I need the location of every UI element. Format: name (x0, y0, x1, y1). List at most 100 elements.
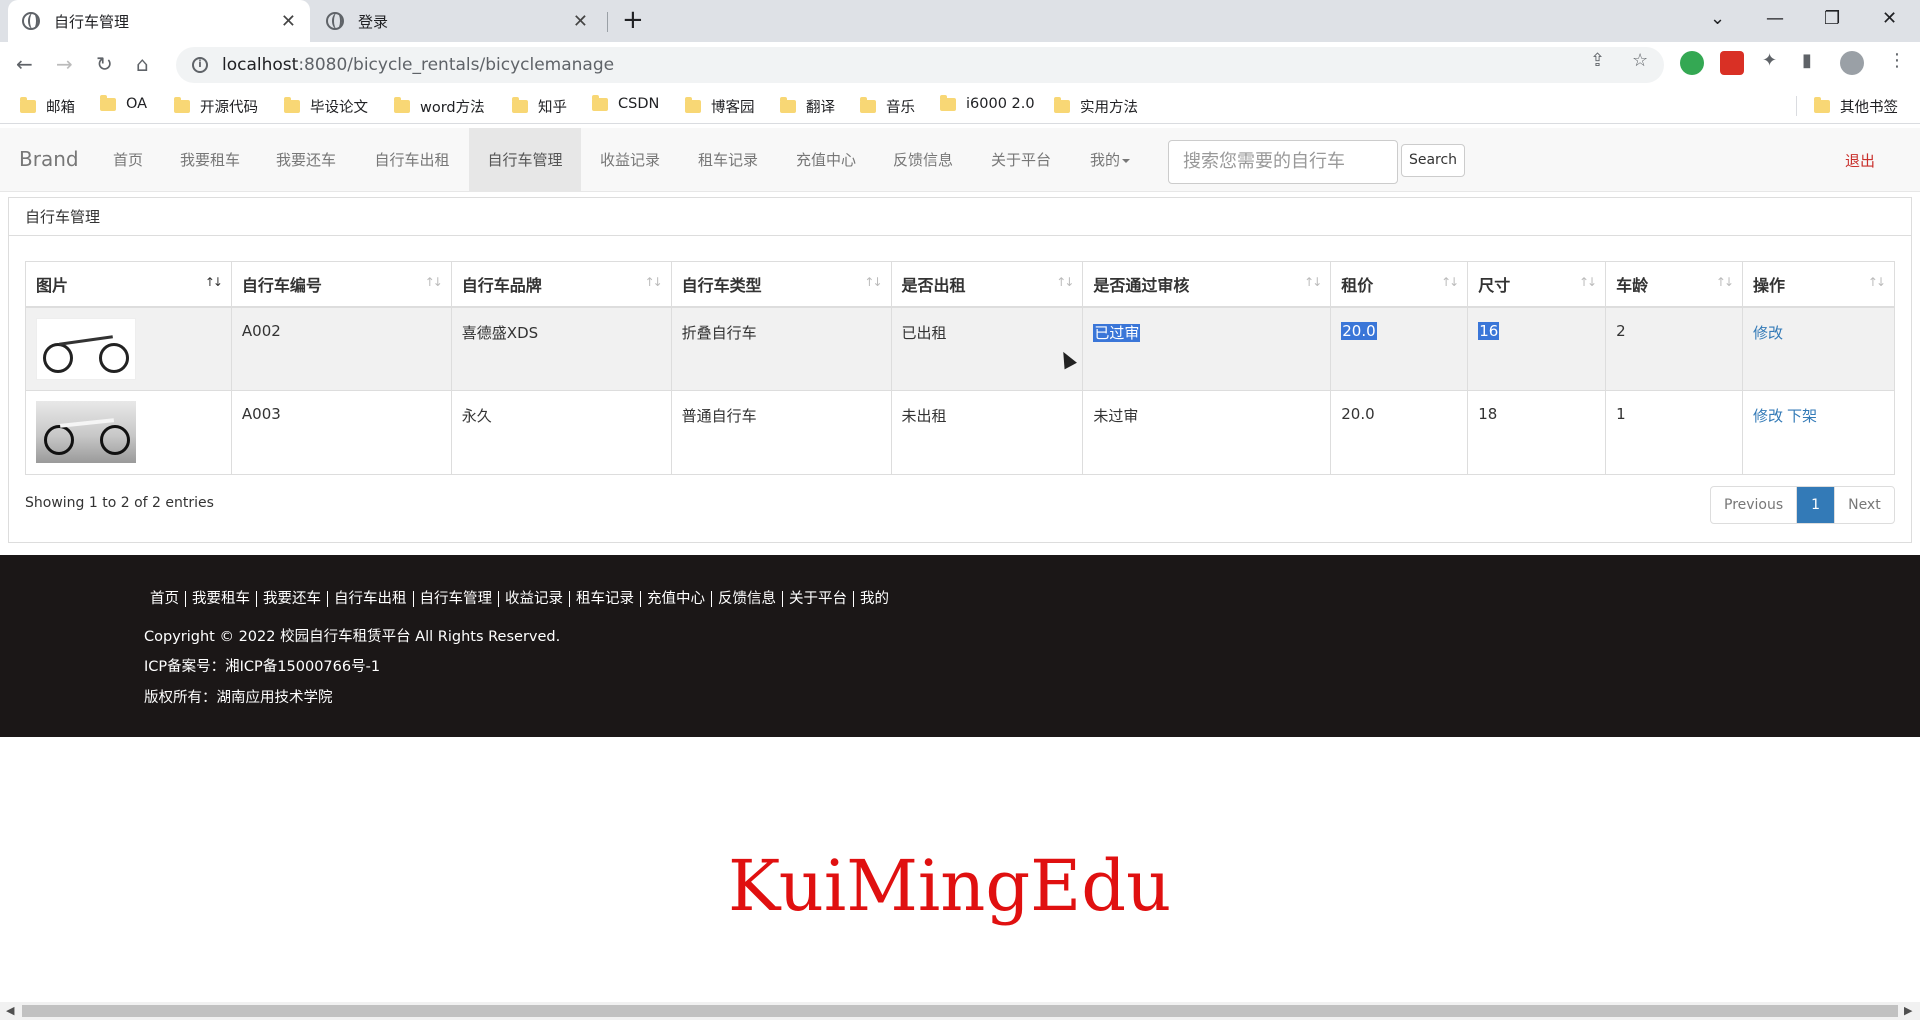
nav-item-mine-dropdown[interactable]: 我的 (1080, 128, 1140, 192)
edit-link[interactable]: 修改 (1753, 324, 1783, 342)
sort-icon[interactable]: ↑↓ (864, 275, 882, 289)
bookmark-item[interactable]: 毕设论文 (284, 96, 368, 117)
page-1-button[interactable]: 1 (1797, 487, 1836, 523)
table-header-row: 图片 ↑↓ 自行车编号 ↑↓ 自行车品牌 ↑↓ 自行车类型 ↑↓ 是否出租 ↑↓ 是否通过… (25, 261, 1895, 308)
bookmark-item[interactable]: OA (100, 94, 147, 112)
price-cell: 20.0 (1330, 306, 1469, 391)
sort-icon[interactable]: ↑↓ (1716, 275, 1734, 289)
new-tab-icon[interactable]: + (622, 6, 644, 34)
nav-item-about[interactable]: 关于平台 (981, 128, 1061, 192)
nav-item-lease-out[interactable]: 自行车出租 (364, 128, 460, 192)
tab-bicycle-manage[interactable]: 自行车管理 ✕ (8, 0, 310, 42)
other-bookmarks[interactable]: 其他书签 (1814, 96, 1898, 117)
window-close-icon[interactable]: ✕ (1882, 8, 1897, 29)
horizontal-scrollbar[interactable]: ◀ ▶ (0, 1002, 1920, 1020)
column-header[interactable]: 车龄 ↑↓ (1605, 261, 1744, 308)
footer-link[interactable]: 我的 (854, 591, 895, 607)
price-cell: 20.0 (1330, 390, 1469, 475)
nav-item-rent[interactable]: 我要租车 (172, 128, 248, 192)
bookmark-item[interactable]: i6000 2.0 (940, 94, 1035, 112)
next-page-button[interactable]: Next (1835, 487, 1894, 523)
bookmark-item[interactable]: 开源代码 (174, 96, 258, 117)
footer-link[interactable]: 租车记录 (570, 591, 641, 607)
folder-icon (174, 97, 190, 113)
scroll-left-icon[interactable]: ◀ (6, 1004, 14, 1017)
address-bar[interactable]: i localhost:8080/bicycle_rentals/bicycle… (176, 47, 1664, 83)
reload-icon[interactable]: ↻ (96, 52, 113, 76)
nav-item-rent-records[interactable]: 租车记录 (688, 128, 768, 192)
column-header[interactable]: 是否出租 ↑↓ (890, 261, 1084, 308)
bookmark-item[interactable]: 翻译 (780, 96, 835, 117)
profile-avatar-icon[interactable] (1840, 51, 1864, 75)
restore-icon[interactable]: ❐ (1824, 8, 1840, 29)
sort-icon[interactable]: ↑↓ (1579, 275, 1597, 289)
wheel-shape (100, 425, 130, 455)
side-panel-icon[interactable]: ▮ (1802, 50, 1812, 71)
sort-icon[interactable]: ↑↓ (1304, 275, 1322, 289)
nav-item-income[interactable]: 收益记录 (590, 128, 670, 192)
shield-extension-icon[interactable] (1680, 51, 1704, 75)
menu-kebab-icon[interactable]: ⋮ (1888, 50, 1906, 71)
footer-link[interactable]: 我要租车 (186, 591, 257, 607)
column-header[interactable]: 是否通过审核 ↑↓ (1082, 261, 1332, 308)
folder-icon (592, 94, 608, 111)
close-tab-icon[interactable]: ✕ (573, 11, 588, 32)
footer-link[interactable]: 反馈信息 (712, 591, 783, 607)
footer-link[interactable]: 充值中心 (641, 591, 712, 607)
column-header[interactable]: 自行车品牌 ↑↓ (450, 261, 672, 308)
scrollbar-thumb[interactable] (22, 1005, 1898, 1017)
column-header[interactable]: 尺寸 ↑↓ (1467, 261, 1607, 308)
sort-icon[interactable]: ↑↓ (425, 275, 443, 289)
bookmark-item[interactable]: 博客园 (685, 96, 755, 117)
edit-link[interactable]: 修改 (1753, 407, 1783, 425)
logout-link[interactable]: 退出 (1845, 150, 1875, 171)
sort-icon[interactable]: ↑↓ (1056, 275, 1074, 289)
forward-icon[interactable]: → (56, 52, 73, 76)
delist-link[interactable]: 下架 (1787, 407, 1817, 425)
bookmark-item[interactable]: 实用方法 (1054, 96, 1138, 117)
close-tab-icon[interactable]: ✕ (281, 11, 296, 32)
search-button[interactable]: Search (1401, 144, 1465, 177)
extensions-puzzle-icon[interactable]: ✦ (1762, 50, 1777, 71)
bookmark-item[interactable]: 邮箱 (20, 96, 75, 117)
bookmark-item[interactable]: word方法 (394, 96, 485, 117)
footer-link[interactable]: 我要还车 (257, 591, 328, 607)
footer-link[interactable]: 自行车出租 (328, 591, 414, 607)
bookmarks-bar: 邮箱 OA 开源代码 毕设论文 word方法 知乎 CSDN 博客园 翻译 音乐… (0, 88, 1920, 124)
column-header[interactable]: 操作 ↑↓ (1742, 261, 1895, 308)
column-header[interactable]: 自行车类型 ↑↓ (670, 261, 892, 308)
previous-page-button[interactable]: Previous (1711, 487, 1798, 523)
column-header[interactable]: 自行车编号 ↑↓ (230, 261, 452, 308)
bookmark-item[interactable]: 知乎 (512, 96, 567, 117)
home-icon[interactable]: ⌂ (136, 52, 149, 76)
tab-search-icon[interactable]: ⌄ (1710, 8, 1725, 29)
share-icon[interactable]: ⇪ (1590, 50, 1605, 71)
column-header[interactable]: 租价 ↑↓ (1330, 261, 1469, 308)
back-icon[interactable]: ← (16, 52, 33, 76)
footer-link[interactable]: 收益记录 (499, 591, 570, 607)
sort-icon[interactable]: ↑↓ (1441, 275, 1459, 289)
brand-logo[interactable]: Brand (19, 147, 79, 171)
nav-item-feedback[interactable]: 反馈信息 (883, 128, 963, 192)
footer-link[interactable]: 自行车管理 (414, 591, 499, 607)
fe-extension-icon[interactable] (1720, 51, 1744, 75)
sort-icon[interactable]: ↑↓ (1868, 275, 1886, 289)
scroll-right-icon[interactable]: ▶ (1904, 1004, 1912, 1017)
nav-item-recharge[interactable]: 充值中心 (786, 128, 866, 192)
bookmark-item[interactable]: 音乐 (860, 96, 915, 117)
bicycle-thumbnail (36, 317, 136, 380)
sort-asc-icon[interactable]: ↑↓ (205, 275, 223, 289)
footer-link[interactable]: 关于平台 (783, 591, 854, 607)
search-input[interactable]: 搜索您需要的自行车 (1168, 140, 1398, 184)
footer-link[interactable]: 首页 (144, 591, 186, 607)
column-header[interactable]: 图片 ↑↓ (25, 261, 232, 308)
nav-item-return[interactable]: 我要还车 (268, 128, 344, 192)
sort-icon[interactable]: ↑↓ (645, 275, 663, 289)
tab-login[interactable]: 登录 ✕ (312, 0, 602, 42)
bookmark-item[interactable]: CSDN (592, 94, 659, 112)
nav-item-bicycle-manage[interactable]: 自行车管理 (469, 128, 581, 192)
site-info-icon[interactable]: i (192, 57, 208, 73)
bookmark-star-icon[interactable]: ☆ (1632, 50, 1648, 71)
minimize-icon[interactable]: — (1766, 8, 1784, 29)
nav-item-home[interactable]: 首页 (98, 128, 158, 192)
